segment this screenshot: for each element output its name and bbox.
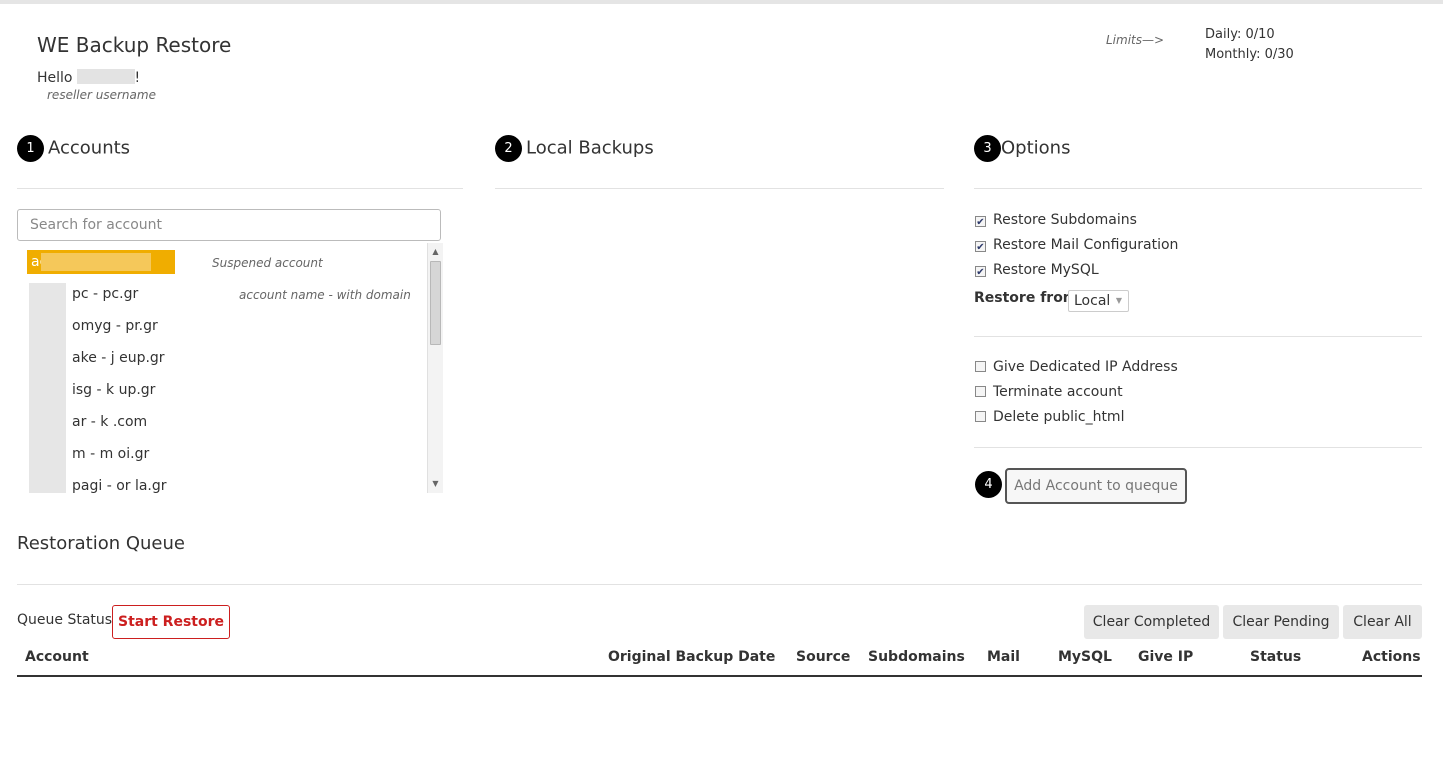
- redaction-mask: [29, 283, 66, 493]
- accounts-divider: [17, 188, 463, 189]
- delete-public-html-label: Delete public_html: [993, 409, 1125, 425]
- dedicated-ip-option[interactable]: Give Dedicated IP Address: [975, 357, 1178, 377]
- accounts-title: Accounts: [48, 137, 131, 159]
- account-list-item[interactable]: omyg - pr.gr: [72, 314, 158, 338]
- account-list-item[interactable]: isg - k up.gr: [72, 378, 155, 402]
- restore-mail-option[interactable]: ✔ Restore Mail Configuration: [975, 235, 1178, 255]
- checkbox-checked-icon[interactable]: ✔: [975, 241, 986, 253]
- restore-subdomains-label: Restore Subdomains: [993, 212, 1137, 228]
- account-list-item[interactable]: pagi - or la.gr: [72, 474, 167, 493]
- checkbox-checked-icon[interactable]: ✔: [975, 216, 986, 228]
- delete-public-html-option[interactable]: Delete public_html: [975, 407, 1124, 427]
- queue-status-label: Queue Status:: [17, 612, 117, 628]
- restore-mysql-option[interactable]: ✔ Restore MySQL: [975, 260, 1099, 280]
- add-account-to-queue-button[interactable]: Add Account to queque: [1005, 468, 1187, 504]
- limits-label: Limits—>: [1106, 33, 1165, 47]
- greeting: Hello!: [37, 69, 140, 86]
- column-header-original-backup-date: Original Backup Date: [608, 649, 776, 665]
- scroll-thumb[interactable]: [430, 261, 441, 345]
- local-backups-heading: 2 Local Backups: [495, 135, 654, 162]
- restore-subdomains-option[interactable]: ✔ Restore Subdomains: [975, 210, 1137, 230]
- restore-mail-label: Restore Mail Configuration: [993, 237, 1179, 253]
- checkbox-unchecked-icon[interactable]: [975, 361, 986, 372]
- greeting-note: reseller username: [47, 88, 156, 102]
- scroll-up-icon[interactable]: ▲: [428, 245, 443, 259]
- column-header-account: Account: [25, 649, 89, 665]
- scroll-down-icon[interactable]: ▼: [428, 477, 443, 491]
- clear-completed-button[interactable]: Clear Completed: [1084, 605, 1219, 639]
- local-backups-title: Local Backups: [526, 137, 654, 159]
- suspended-note: Suspened account: [212, 256, 323, 270]
- domain-note: account name - with domain: [239, 288, 411, 302]
- redaction-mask: [41, 253, 151, 271]
- start-restore-button[interactable]: Start Restore: [112, 605, 230, 639]
- column-header-mail: Mail: [987, 649, 1020, 665]
- options-divider-2: [974, 336, 1422, 337]
- chevron-down-icon: ▼: [1115, 296, 1122, 305]
- greeting-suffix: !: [134, 70, 141, 86]
- account-list-item[interactable]: ar - k .com: [72, 410, 147, 434]
- terminate-account-option[interactable]: Terminate account: [975, 382, 1123, 402]
- column-header-source: Source: [796, 649, 851, 665]
- restore-mysql-label: Restore MySQL: [993, 262, 1099, 278]
- clear-all-button[interactable]: Clear All: [1343, 605, 1422, 639]
- accounts-heading: 1 Accounts: [17, 135, 130, 162]
- local-backups-divider: [495, 188, 944, 189]
- step-3-badge: 3: [974, 135, 1001, 162]
- clear-pending-button[interactable]: Clear Pending: [1223, 605, 1339, 639]
- dedicated-ip-label: Give Dedicated IP Address: [993, 359, 1178, 375]
- terminate-account-label: Terminate account: [993, 384, 1123, 400]
- daily-limit: Daily: 0/10: [1205, 27, 1275, 42]
- options-divider: [974, 188, 1422, 189]
- column-header-status: Status: [1250, 649, 1302, 665]
- account-list-item[interactable]: pc - pc.gr: [72, 282, 138, 306]
- step-4-badge: 4: [975, 471, 1002, 498]
- column-header-subdomains: Subdomains: [868, 649, 965, 665]
- restore-from-value: Local: [1074, 293, 1111, 309]
- step-2-badge: 2: [495, 135, 522, 162]
- restore-from-label: Restore from: [974, 290, 1078, 306]
- queue-divider: [17, 584, 1422, 585]
- restore-from-select[interactable]: Local ▼: [1068, 290, 1129, 312]
- column-header-give-ip: Give IP: [1138, 649, 1194, 665]
- checkbox-unchecked-icon[interactable]: [975, 386, 986, 397]
- account-list-item[interactable]: m - m oi.gr: [72, 442, 149, 466]
- table-header-line: [17, 675, 1422, 677]
- account-list[interactable]: ac ap.gr pc - pc.gr omyg - pr.gr ake - j…: [17, 243, 443, 493]
- account-list-item[interactable]: ake - j eup.gr: [72, 346, 165, 370]
- options-divider-3: [974, 447, 1422, 448]
- options-heading: 3 Options: [974, 135, 1070, 162]
- column-header-mysql: MySQL: [1058, 649, 1112, 665]
- page-title: WE Backup Restore: [37, 33, 232, 57]
- redacted-username: [76, 69, 135, 84]
- account-list-scrollbar[interactable]: ▲ ▼: [427, 243, 443, 493]
- step-1-badge: 1: [17, 135, 44, 162]
- monthly-limit: Monthly: 0/30: [1205, 47, 1294, 62]
- account-search-input[interactable]: [17, 209, 441, 241]
- checkbox-unchecked-icon[interactable]: [975, 411, 986, 422]
- column-header-actions: Actions: [1362, 649, 1421, 665]
- restoration-queue-title: Restoration Queue: [17, 533, 185, 554]
- greeting-text: Hello: [37, 70, 73, 86]
- top-bar: [0, 0, 1443, 4]
- options-title: Options: [1001, 137, 1071, 159]
- checkbox-checked-icon[interactable]: ✔: [975, 266, 986, 278]
